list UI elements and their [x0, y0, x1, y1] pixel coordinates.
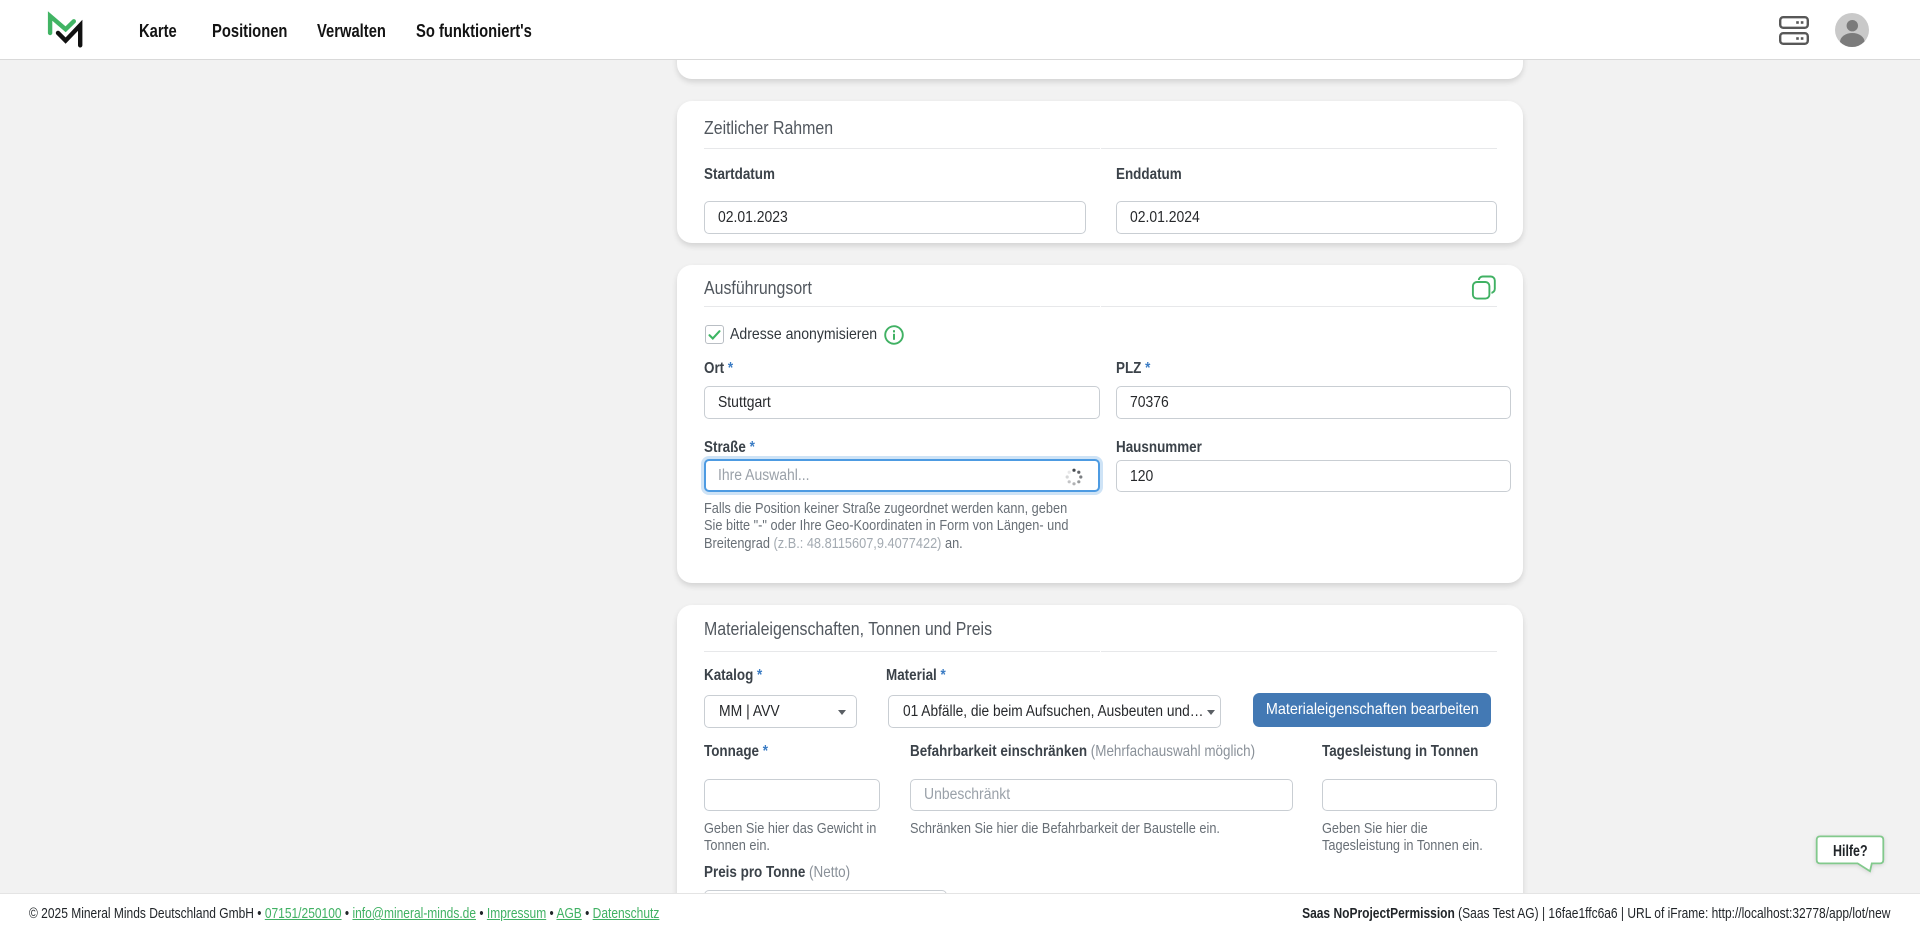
svg-text:Hilfe?: Hilfe?	[1833, 842, 1868, 860]
